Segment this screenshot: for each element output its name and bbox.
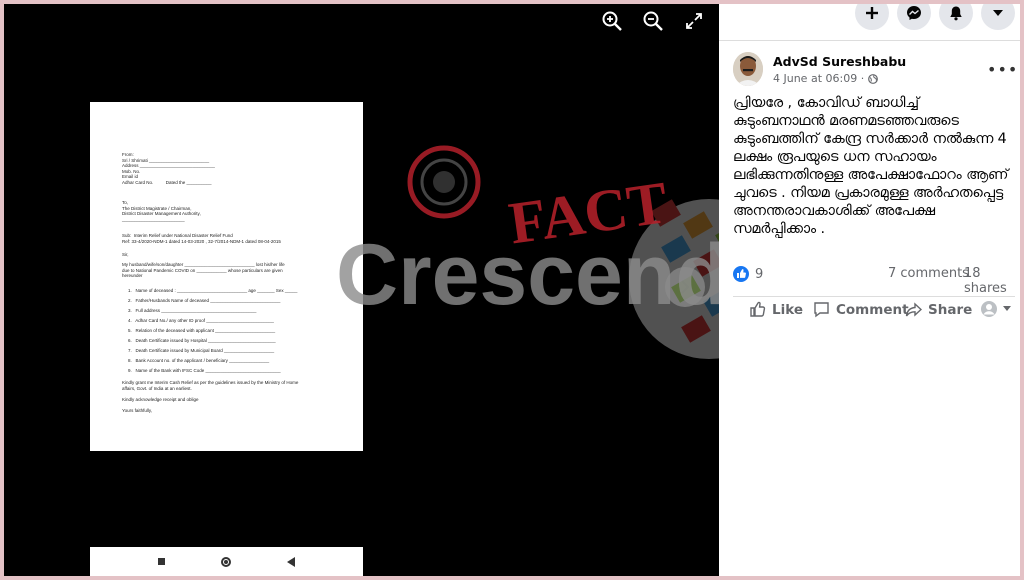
caret-down-icon [993,10,1003,16]
doc-item-3: 3. Full address ________________________… [128,308,257,313]
home-circle-icon [221,556,231,567]
like-reaction-icon [733,266,749,282]
post-actions: Like Comment Share [733,296,1015,325]
doc-item-1: 1. Name of deceased : __________________… [128,288,298,293]
next-photo-button[interactable] [665,267,705,307]
doc-item-7: 7. Death Certificate issued by Municipal… [128,348,275,353]
stop-square-icon [158,558,165,565]
more-options-button[interactable]: ••• [987,60,1018,79]
comment-button[interactable]: Comment [813,301,909,318]
post-meta: 4 June at 06:09 · [773,72,879,85]
share-button[interactable]: Share [905,301,972,318]
caret-down-icon [1003,306,1011,311]
doc-from-block: From: Sri / Shrimati ___________________… [122,152,215,185]
document-image: From: Sri / Shrimati ___________________… [90,102,363,451]
doc-item-5: 5. Relation of the deceased with applica… [128,328,276,333]
post-header: AdvSd Sureshbabu 4 June at 06:09 · [733,52,1013,90]
fullscreen-icon[interactable] [681,8,707,34]
back-triangle-icon [287,556,295,567]
top-action-bar [719,4,1020,41]
chevron-right-icon [681,280,690,294]
comments-count[interactable]: 7 comments [888,266,969,281]
comment-icon [814,302,829,318]
messenger-icon [907,6,921,20]
bell-icon [950,6,962,21]
create-button[interactable] [855,4,889,30]
post-text: പ്രിയരേ , കോവിഡ് ബാധിച്ച് കുടുംബനാഥൻ മരണ… [733,95,1009,237]
reaction-count: 9 [755,266,764,282]
audience-selector[interactable] [981,301,1011,317]
globe-icon [868,73,879,84]
post-date[interactable]: 4 June at 06:09 · [773,72,864,85]
doc-closing: Kindly grant me Interim Cash Relief as p… [122,380,299,413]
author-name[interactable]: AdvSd Sureshbabu [773,54,906,69]
notifications-button[interactable] [939,4,973,30]
plus-icon [866,7,878,19]
account-menu-button[interactable] [981,4,1015,30]
screen: From: Sri / Shrimati ___________________… [4,4,1020,576]
doc-to-block: To, The District Magistrate / Chairman, … [122,200,201,222]
doc-item-6: 6. Death Certificate issued by Hospital … [128,338,276,343]
doc-item-2: 2. Father/Husbands Name of deceased ____… [128,298,281,303]
photo-viewer: From: Sri / Shrimati ___________________… [4,4,719,576]
zoom-in-icon[interactable] [599,8,625,34]
doc-body: My husband/wife/son/daughter ___________… [122,262,285,279]
post-panel: AdvSd Sureshbabu 4 June at 06:09 · ••• പ… [719,4,1020,576]
share-arrow-icon [905,302,922,317]
doc-salutation: Sir, [122,252,129,257]
reactions[interactable]: 9 [733,266,763,282]
post-stats: 9 7 comments 18 shares [733,266,1015,296]
doc-item-8: 8. Bank Account no. of the applicant / b… [128,358,270,363]
like-button[interactable]: Like [749,301,803,318]
messenger-button[interactable] [897,4,931,30]
thumbs-up-icon [750,301,766,317]
doc-subject: Sub: Interim Relief under National Disas… [122,233,281,244]
doc-item-9: 9. Name of the Bank with IFSC Code _____… [128,368,281,373]
phone-nav-bar [90,547,363,576]
profile-avatar-icon [981,301,997,317]
shares-count[interactable]: 18 shares [964,266,1015,296]
doc-item-4: 4. Adhar Card No./ any other ID proof __… [128,318,274,323]
avatar[interactable] [733,52,763,86]
zoom-out-icon[interactable] [640,8,666,34]
